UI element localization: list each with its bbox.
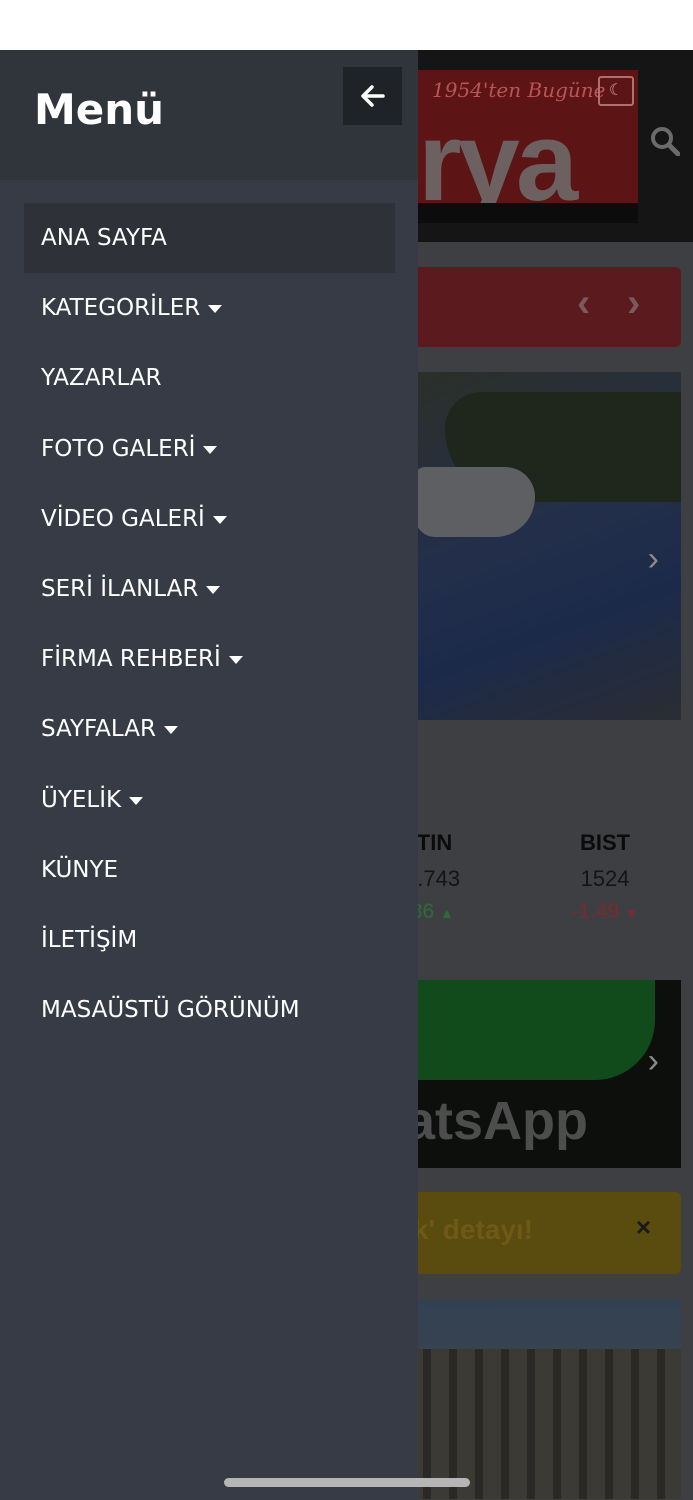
menu-list: ANA SAYFA KATEGORİLER YAZARLAR FOTO GALERİ V…: [24, 203, 395, 1045]
menu-item-3[interactable]: FOTO GALERİ: [24, 414, 395, 484]
close-menu-button[interactable]: [343, 67, 402, 125]
market-change-row: -1.49 ▼: [555, 900, 655, 924]
photo-detail: [415, 467, 535, 537]
menu-item-label: FİRMA REHBERİ: [41, 646, 221, 673]
notice-text: ık' detayı!: [405, 1214, 534, 1245]
arrow-left-icon: [360, 85, 385, 107]
menu-item-0[interactable]: ANA SAYFA: [24, 203, 395, 274]
close-icon[interactable]: ×: [636, 1212, 651, 1243]
menu-item-1[interactable]: KATEGORİLER: [24, 273, 395, 343]
caret-down-icon: [206, 586, 221, 595]
menu-item-2[interactable]: YAZARLAR: [24, 343, 395, 413]
menu-item-label: KATEGORİLER: [41, 295, 201, 322]
photo-detail: [405, 1349, 681, 1499]
menu-item-label: YAZARLAR: [41, 365, 162, 392]
menu-item-label: KÜNYE: [41, 856, 119, 883]
menu-item-5[interactable]: SERİ İLANLAR: [24, 554, 395, 624]
menu-item-label: ANA SAYFA: [41, 225, 167, 252]
chevron-right-icon[interactable]: ›: [648, 1042, 659, 1081]
notice-banner[interactable]: ık' detayı! ×: [405, 1192, 681, 1274]
logo-underline: [418, 203, 638, 223]
drawer-title: Menü: [34, 85, 165, 134]
market-name: LTIN: [405, 830, 453, 855]
menu-item-8[interactable]: ÜYELİK: [24, 765, 395, 835]
menu-item-label: SAYFALAR: [41, 716, 156, 743]
market-value: 1524: [580, 866, 630, 891]
whatsapp-logo: [405, 980, 655, 1080]
up-arrow-icon: ▲: [440, 905, 454, 921]
prev-arrow-icon[interactable]: ‹: [577, 281, 590, 326]
whatsapp-text: atsApp: [405, 1091, 589, 1151]
market-change: -1.49: [571, 900, 620, 923]
news-photo[interactable]: [405, 1299, 681, 1499]
headline-photo[interactable]: ›: [405, 372, 681, 720]
menu-item-label: MASAÜSTÜ GÖRÜNÜM: [41, 997, 300, 1024]
menu-item-11[interactable]: MASAÜSTÜ GÖRÜNÜM: [24, 975, 395, 1045]
site-logo: 1954'ten Bugüne ☾ rya: [418, 70, 638, 223]
market-ticker: LTIN 8.743 .36 ▲ BIST 1524 -1.49 ▼: [405, 830, 693, 950]
down-arrow-icon: ▼: [624, 905, 639, 921]
market-gold: LTIN 8.743 .36 ▲: [405, 830, 495, 924]
home-indicator[interactable]: [224, 1478, 470, 1487]
caret-down-icon: [129, 796, 144, 805]
menu-item-label: ÜYELİK: [41, 786, 122, 813]
caret-down-icon: [208, 305, 223, 314]
flag-icon: ☾: [598, 76, 634, 106]
search-icon[interactable]: [650, 126, 680, 156]
caret-down-icon: [228, 656, 243, 665]
whatsapp-news-card[interactable]: atsApp ›: [405, 980, 681, 1168]
menu-item-label: SERİ İLANLAR: [41, 576, 199, 603]
market-bist: BIST 1524 -1.49 ▼: [555, 830, 655, 924]
menu-item-10[interactable]: İLETİŞİM: [24, 905, 395, 975]
chevron-right-icon[interactable]: ›: [648, 540, 659, 579]
caret-down-icon: [163, 726, 178, 735]
menu-item-9[interactable]: KÜNYE: [24, 835, 395, 905]
breaking-news-bar: ‹ ›: [405, 267, 681, 347]
drawer-header: Menü: [0, 50, 418, 180]
logo-word: rya: [418, 99, 578, 223]
menu-item-6[interactable]: FİRMA REHBERİ: [24, 624, 395, 694]
menu-item-label: FOTO GALERİ: [41, 435, 196, 462]
market-value: 8.743: [405, 866, 461, 891]
caret-down-icon: [212, 515, 227, 524]
market-name: BIST: [579, 830, 631, 855]
menu-item-4[interactable]: VİDEO GALERİ: [24, 484, 395, 554]
status-bar: [0, 0, 693, 50]
caret-down-icon: [203, 445, 218, 454]
next-arrow-icon[interactable]: ›: [627, 281, 640, 326]
menu-item-7[interactable]: SAYFALAR: [24, 694, 395, 764]
menu-item-label: İLETİŞİM: [41, 926, 138, 953]
market-change-row: .36 ▲: [405, 900, 495, 924]
menu-item-label: VİDEO GALERİ: [41, 505, 205, 532]
side-menu-drawer: Menü ANA SAYFA KATEGORİLER YAZARLAR FOTO GA…: [0, 50, 418, 1500]
